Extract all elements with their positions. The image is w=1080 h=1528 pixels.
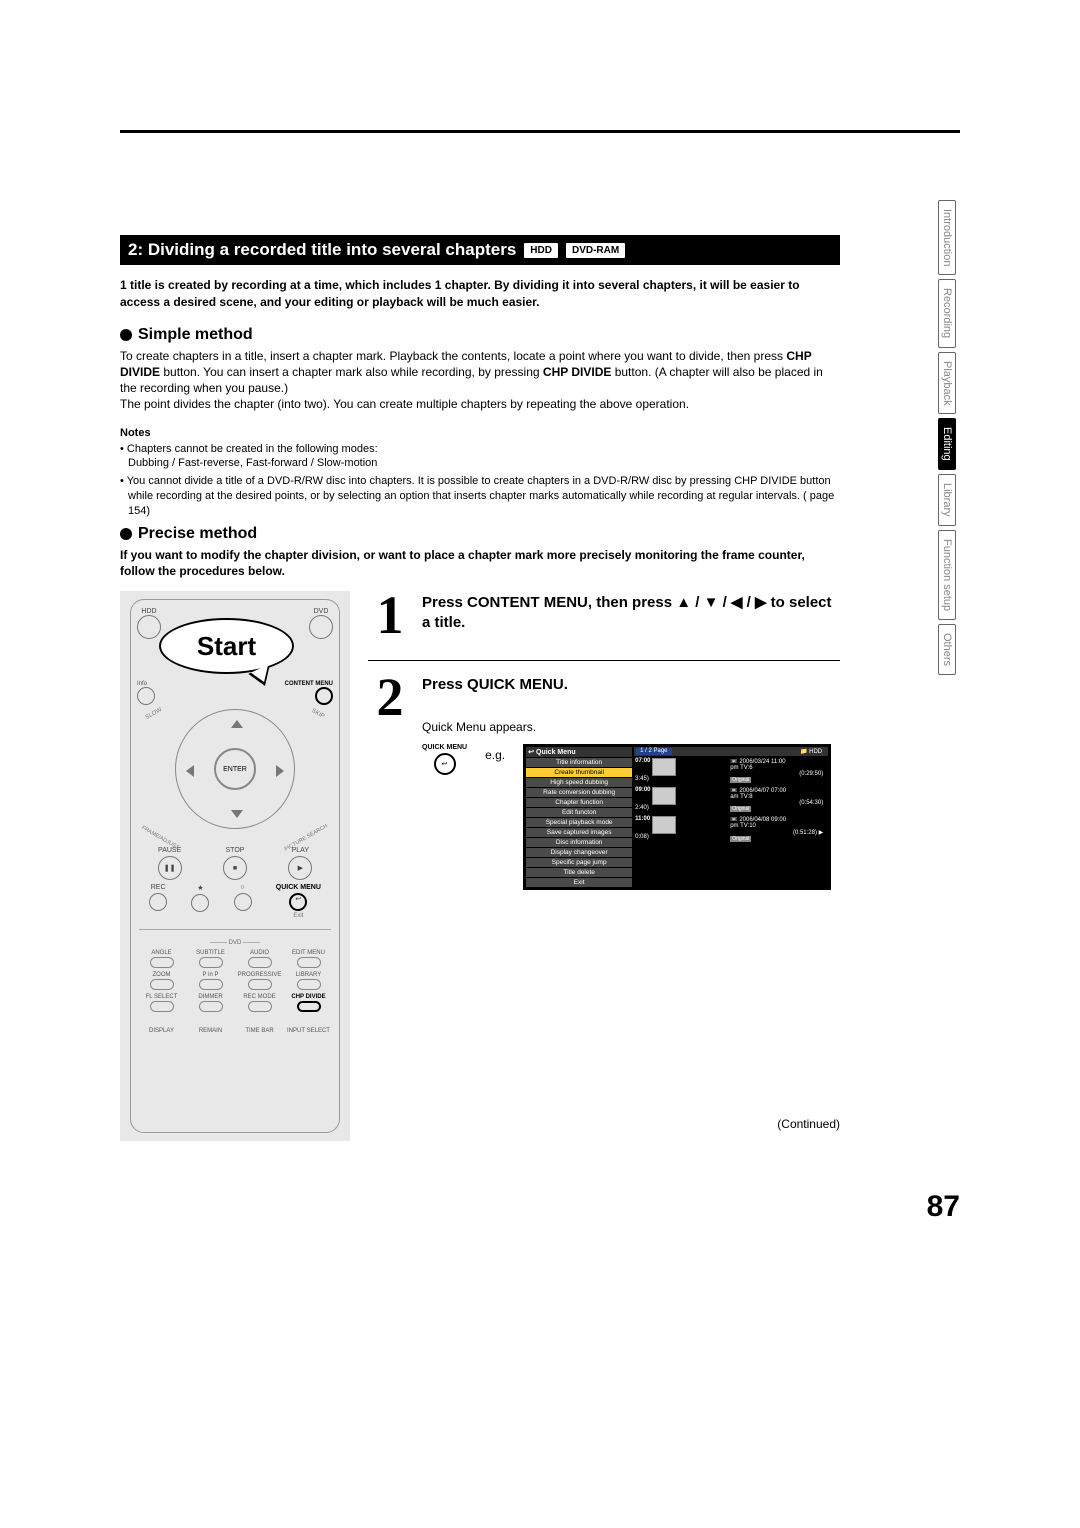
tab-editing: Editing — [938, 418, 956, 470]
top-rule — [120, 130, 960, 133]
step-title: Press CONTENT MENU, then press ▲ / ▼ / ◀… — [422, 593, 840, 632]
remote-control-diagram: Start HDD DVD Info CONTENT MENU SLOW — [120, 591, 350, 1141]
continued-label: (Continued) — [777, 1117, 840, 1131]
step-text: Quick Menu appears. — [422, 720, 840, 734]
dpad: ENTER — [175, 709, 295, 829]
steps-panel: 1 Press CONTENT MENU, then press ▲ / ▼ /… — [368, 591, 840, 1141]
quick-menu-button: ↩ — [289, 893, 307, 911]
note-1: Chapters cannot be created in the follow… — [120, 442, 840, 472]
page-number: 87 — [927, 1190, 960, 1224]
tab-others: Others — [938, 624, 956, 675]
tab-library: Library — [938, 474, 956, 526]
step-divider — [368, 660, 840, 661]
section-title: 2: Dividing a recorded title into severa… — [128, 240, 516, 260]
badge-dvd-ram: DVD-RAM — [566, 243, 625, 258]
bullet-icon — [120, 528, 132, 540]
side-tabs: Introduction Recording Playback Editing … — [938, 200, 960, 679]
step-number: 1 — [368, 591, 412, 640]
section-title-bar: 2: Dividing a recorded title into severa… — [120, 235, 840, 265]
quick-menu-label: QUICK MENU — [276, 884, 321, 891]
simple-heading-text: Simple method — [138, 326, 253, 344]
notes-block: Notes Chapters cannot be created in the … — [120, 427, 840, 519]
precise-method-heading: Precise method — [120, 525, 840, 543]
tab-introduction: Introduction — [938, 200, 956, 275]
start-callout: Start — [159, 618, 294, 674]
bullet-icon — [120, 329, 132, 341]
simple-body: To create chapters in a title, insert a … — [120, 348, 840, 413]
badge-hdd: HDD — [524, 243, 558, 258]
chp-divide-label: CHP DIVIDE — [291, 994, 325, 1000]
quick-menu-screenshot: ↩Quick Menu Title information Create thu… — [523, 744, 831, 890]
step-1: 1 Press CONTENT MENU, then press ▲ / ▼ /… — [368, 591, 840, 654]
note-2: You cannot divide a title of a DVD-R/RW … — [120, 474, 840, 519]
eg-label: e.g. — [485, 744, 505, 762]
step-2: 2 Press QUICK MENU. Quick Menu appears. … — [368, 673, 840, 905]
intro-text: 1 title is created by recording at a tim… — [120, 277, 840, 312]
tab-recording: Recording — [938, 279, 956, 347]
step-number: 2 — [368, 673, 412, 891]
notes-heading: Notes — [120, 427, 840, 439]
tab-playback: Playback — [938, 352, 956, 415]
precise-heading-text: Precise method — [138, 525, 257, 543]
enter-button: ENTER — [214, 748, 256, 790]
precise-body: If you want to modify the chapter divisi… — [120, 547, 840, 579]
tab-function-setup: Function setup — [938, 530, 956, 620]
remote-bottom-buttons: ––––– DVD ––––– ANGLE SUBTITLE AUDIO EDI… — [137, 940, 333, 1034]
simple-method-heading: Simple method — [120, 326, 840, 344]
quick-menu-icon-callout: QUICK MENU ↩ — [422, 744, 467, 777]
step-title: Press QUICK MENU. — [422, 675, 840, 695]
main-content: 2: Dividing a recorded title into severa… — [120, 235, 840, 1141]
